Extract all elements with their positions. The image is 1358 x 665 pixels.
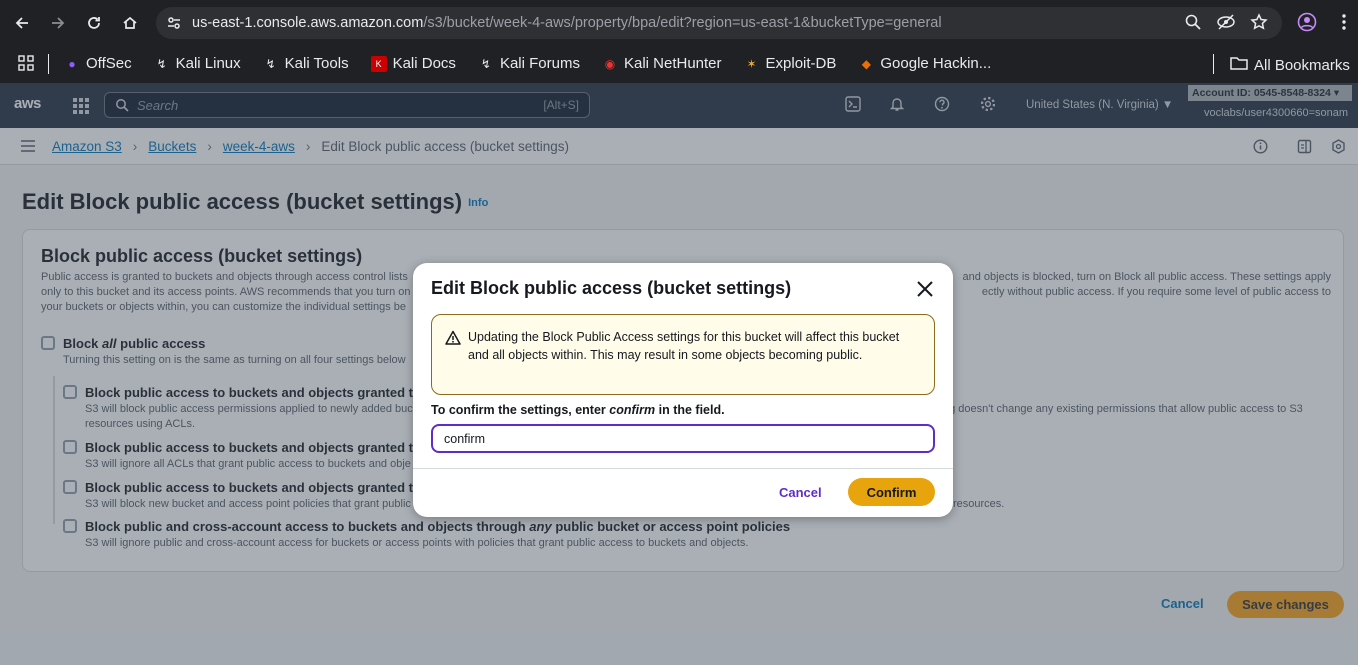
confirm-input[interactable]: [431, 424, 935, 453]
bookmark-offsec[interactable]: ● OffSec: [64, 55, 131, 72]
address-bar[interactable]: us-east-1.console.aws.amazon.com/s3/buck…: [156, 7, 1282, 39]
apps-grid-icon[interactable]: [18, 55, 34, 75]
zoom-icon[interactable]: [1184, 13, 1202, 36]
bookmark-google-hacking[interactable]: ◆ Google Hackin...: [858, 55, 992, 72]
confirm-modal: Edit Block public access (bucket setting…: [413, 263, 953, 517]
bookmarks-bar: ● OffSec ↯ Kali Linux ↯ Kali Tools K Kali Do…: [0, 45, 1358, 83]
modal-title: Edit Block public access (bucket setting…: [431, 278, 792, 298]
warning-triangle-icon: [445, 330, 461, 350]
warning-text: Updating the Block Public Access setting…: [468, 330, 900, 362]
ghdb-icon: ◆: [861, 56, 871, 71]
tracking-protection-icon[interactable]: [1216, 13, 1236, 36]
kali-dragon-icon: ↯: [480, 56, 491, 71]
kali-dragon-icon: ↯: [156, 56, 167, 71]
bookmark-kali-linux[interactable]: ↯ Kali Linux: [154, 55, 241, 72]
menu-kebab-icon[interactable]: [1336, 12, 1352, 37]
site-settings-icon[interactable]: [166, 15, 182, 36]
bookmark-kali-forums[interactable]: ↯ Kali Forums: [478, 55, 580, 72]
exploit-db-icon: ✶: [746, 56, 757, 71]
url-text: us-east-1.console.aws.amazon.com/s3/buck…: [192, 15, 942, 31]
bookmarks-divider: [48, 54, 49, 74]
forward-icon[interactable]: [40, 5, 76, 41]
modal-cancel-button[interactable]: Cancel: [779, 485, 822, 500]
bookmark-star-icon[interactable]: [1250, 13, 1268, 36]
bookmarks-divider: [1213, 54, 1214, 74]
bookmark-exploit-db[interactable]: ✶ Exploit-DB: [744, 55, 836, 72]
confirm-label: To confirm the settings, enter confirm i…: [431, 403, 725, 417]
all-bookmarks[interactable]: All Bookmarks: [1230, 55, 1350, 75]
modal-confirm-button[interactable]: Confirm: [848, 478, 935, 506]
bookmark-kali-docs[interactable]: K Kali Docs: [370, 55, 456, 72]
close-icon[interactable]: [913, 277, 937, 301]
kali-docs-icon: K: [370, 55, 387, 72]
bookmark-kali-nethunter[interactable]: ◉ Kali NetHunter: [602, 55, 722, 72]
kali-dragon-icon: ↯: [265, 56, 276, 71]
reload-icon[interactable]: [76, 5, 112, 41]
nethunter-icon: ◉: [604, 56, 616, 71]
bookmark-kali-tools[interactable]: ↯ Kali Tools: [263, 55, 349, 72]
offsec-icon: ●: [68, 56, 76, 71]
home-icon[interactable]: [112, 5, 148, 41]
warning-alert: Updating the Block Public Access setting…: [431, 314, 935, 395]
profile-icon[interactable]: [1297, 12, 1317, 37]
folder-icon: [1230, 55, 1248, 75]
modal-divider: [413, 468, 953, 469]
browser-toolbar: us-east-1.console.aws.amazon.com/s3/buck…: [0, 0, 1358, 45]
back-icon[interactable]: [4, 5, 40, 41]
